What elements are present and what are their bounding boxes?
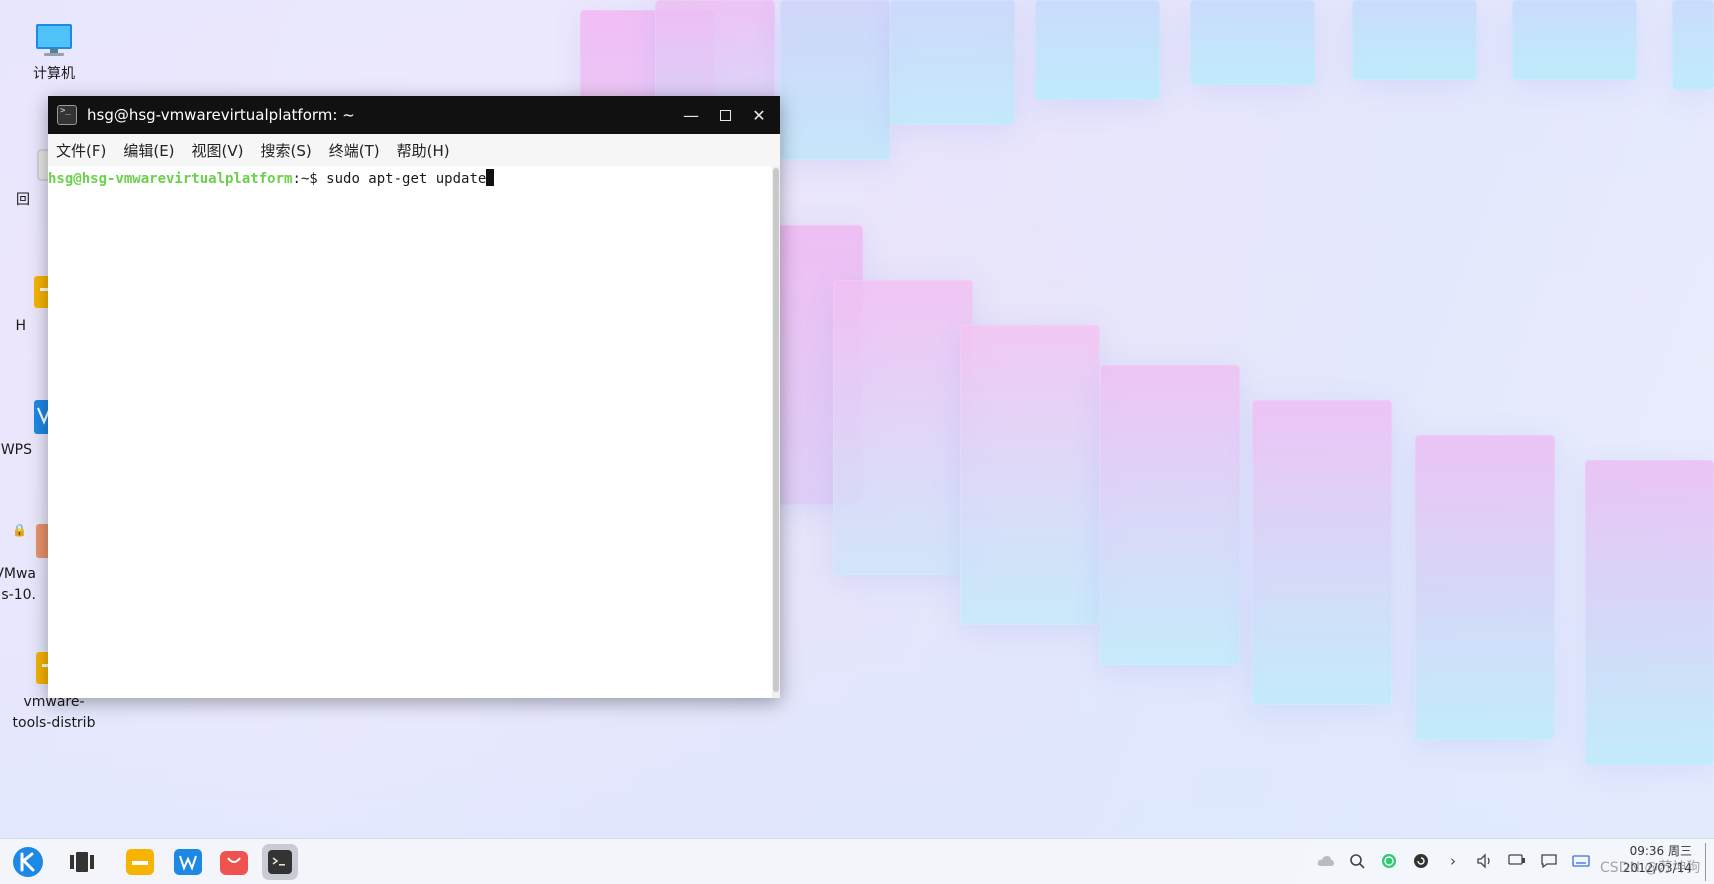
wallpaper-panel bbox=[1512, 0, 1637, 80]
taskbar-app-store[interactable] bbox=[216, 844, 252, 880]
show-desktop-button[interactable] bbox=[1705, 843, 1710, 881]
start-menu-button[interactable] bbox=[10, 844, 46, 880]
wallpaper-panel bbox=[1585, 460, 1714, 765]
terminal-app-icon: >_ bbox=[57, 105, 77, 125]
terminal-menubar: 文件(F) 编辑(E) 视图(V) 搜索(S) 终端(T) 帮助(H) bbox=[48, 134, 780, 166]
multitask-icon bbox=[70, 852, 94, 872]
wallpaper-panel bbox=[1190, 0, 1315, 85]
wallpaper-panel bbox=[1252, 400, 1392, 705]
terminal-scrollbar[interactable] bbox=[772, 166, 780, 698]
wps-icon bbox=[174, 849, 202, 875]
lock-icon: 🔒 bbox=[12, 523, 27, 537]
taskbar-file-manager[interactable] bbox=[122, 844, 158, 880]
cloud-icon[interactable] bbox=[1315, 850, 1337, 872]
taskbar-terminal[interactable] bbox=[262, 844, 298, 880]
minimize-button[interactable]: — bbox=[674, 96, 708, 134]
update-icon[interactable] bbox=[1410, 850, 1432, 872]
wallpaper-panel bbox=[1352, 0, 1477, 80]
display-icon[interactable] bbox=[1506, 850, 1528, 872]
keyboard-icon[interactable] bbox=[1570, 850, 1592, 872]
wallpaper-panel bbox=[1035, 0, 1160, 100]
computer-icon bbox=[34, 22, 74, 58]
scrollbar-thumb[interactable] bbox=[773, 168, 779, 692]
close-icon: ✕ bbox=[752, 105, 766, 125]
command-text: sudo apt-get update bbox=[326, 171, 487, 187]
multitask-view-button[interactable] bbox=[64, 844, 100, 880]
terminal-icon bbox=[268, 850, 292, 874]
terminal-titlebar[interactable]: >_ hsg@hsg-vmwarevirtualplatform: ~ — ✕ bbox=[48, 96, 780, 134]
menu-help[interactable]: 帮助(H) bbox=[397, 140, 450, 161]
maximize-icon bbox=[719, 109, 731, 121]
shopping-bag-icon bbox=[220, 851, 248, 875]
text-cursor bbox=[486, 169, 495, 186]
wallpaper-panel bbox=[833, 280, 973, 575]
watermark-text: CSDN @苏坤狗 bbox=[1600, 860, 1701, 876]
desktop-icon-label: vmware- tools-distrib bbox=[12, 694, 96, 731]
terminal-output[interactable]: hsg@hsg-vmwarevirtualplatform:~$ sudo ap… bbox=[48, 166, 772, 698]
search-icon[interactable] bbox=[1346, 850, 1368, 872]
wallpaper-panel bbox=[1415, 435, 1555, 740]
wallpaper-panel bbox=[960, 325, 1100, 625]
terminal-window[interactable]: >_ hsg@hsg-vmwarevirtualplatform: ~ — ✕ … bbox=[48, 96, 780, 698]
menu-terminal[interactable]: 终端(T) bbox=[329, 140, 380, 161]
wallpaper-panel bbox=[890, 0, 1015, 125]
prompt-path: :~$ bbox=[292, 171, 327, 187]
taskbar: › 09:36 周三 2012/03/14 CSDN @苏坤狗 bbox=[0, 838, 1714, 884]
desktop-icon-computer[interactable]: 计算机 bbox=[4, 22, 104, 85]
chevron-right-icon[interactable]: › bbox=[1442, 850, 1464, 872]
minimize-icon: — bbox=[683, 105, 699, 125]
menu-file[interactable]: 文件(F) bbox=[56, 140, 106, 161]
start-logo-icon bbox=[13, 847, 43, 877]
network-status-icon[interactable] bbox=[1378, 850, 1400, 872]
folder-icon bbox=[126, 849, 154, 875]
menu-search[interactable]: 搜索(S) bbox=[261, 140, 312, 161]
wallpaper-panel bbox=[780, 0, 890, 160]
menu-edit[interactable]: 编辑(E) bbox=[123, 140, 174, 161]
desktop-background: 计算机 回 H WPS 🔒 Mwa s-10. vmware- tools-di… bbox=[0, 0, 1714, 884]
taskbar-wps[interactable] bbox=[170, 844, 206, 880]
volume-icon[interactable] bbox=[1474, 850, 1496, 872]
wallpaper-panel bbox=[1100, 365, 1240, 665]
wallpaper-panel bbox=[1672, 0, 1714, 90]
maximize-button[interactable] bbox=[708, 96, 742, 134]
menu-view[interactable]: 视图(V) bbox=[192, 140, 244, 161]
prompt-user-host: hsg@hsg-vmwarevirtualplatform bbox=[48, 171, 293, 187]
desktop-icon-label: 计算机 bbox=[33, 66, 75, 82]
window-title: hsg@hsg-vmwarevirtualplatform: ~ bbox=[87, 106, 355, 124]
close-button[interactable]: ✕ bbox=[742, 96, 776, 134]
notification-icon[interactable] bbox=[1538, 850, 1560, 872]
